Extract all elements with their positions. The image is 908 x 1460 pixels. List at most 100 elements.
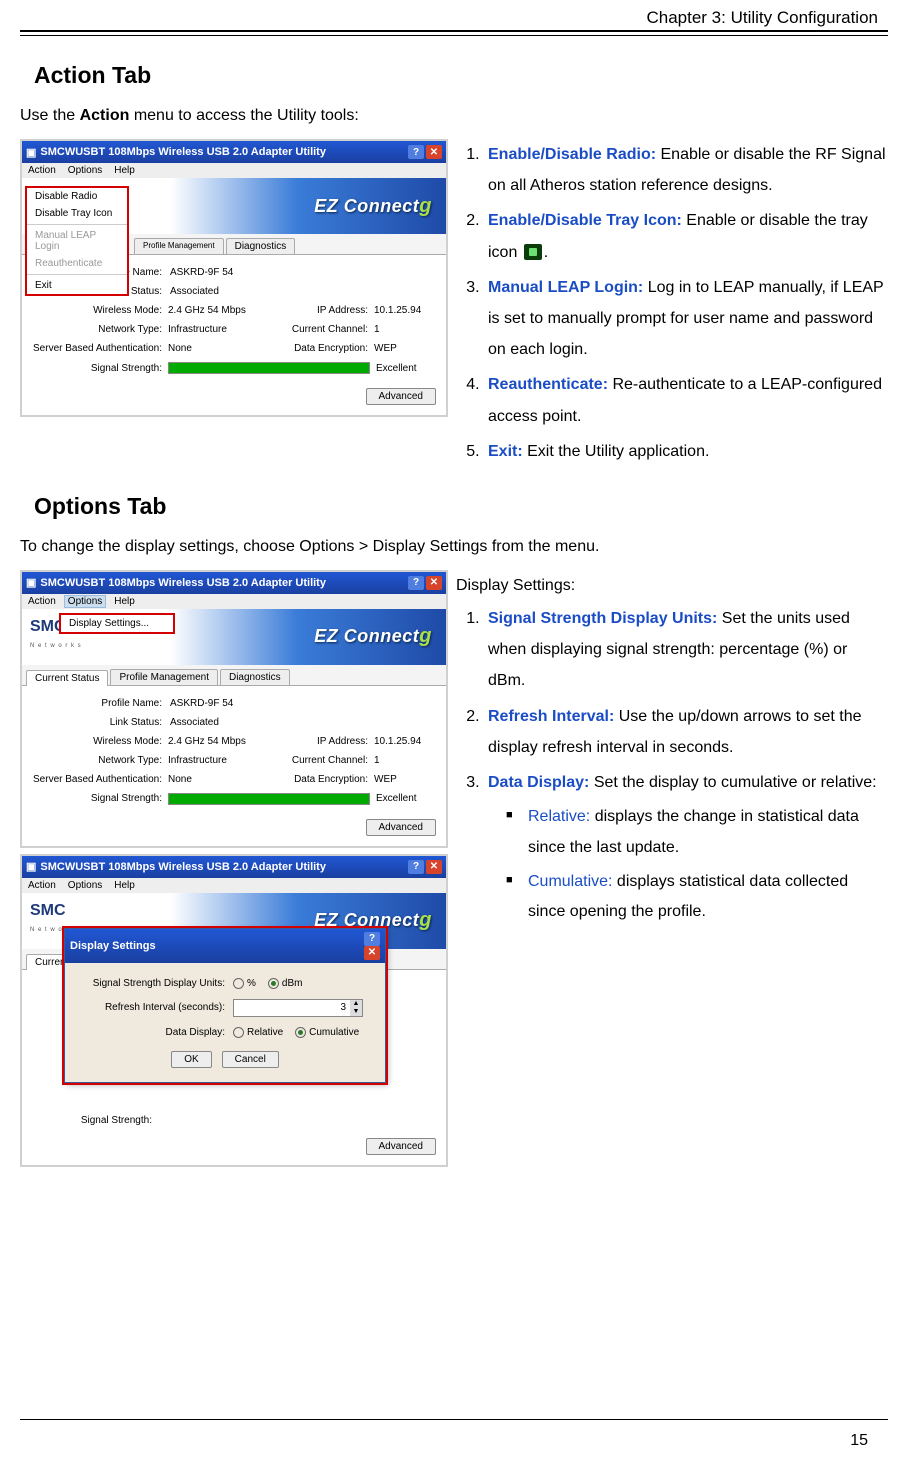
chapter-header: Chapter 3: Utility Configuration [20, 0, 888, 30]
list-item: Reauthenticate: Re-authenticate to a LEA… [484, 369, 888, 431]
tab-current-status[interactable]: Current Status [26, 670, 108, 686]
menu-action[interactable]: Action [28, 165, 56, 176]
help-button[interactable]: ? [408, 145, 424, 159]
tab-profile-mgmt[interactable]: Profile Management [134, 238, 224, 254]
label-signal: Signal Strength: [32, 363, 168, 374]
titlebar: ▣SMCWUSBT 108Mbps Wireless USB 2.0 Adapt… [22, 856, 446, 878]
label-refresh-interval: Refresh Interval (seconds): [75, 1002, 233, 1013]
menu-item-disable-tray[interactable]: Disable Tray Icon [27, 205, 127, 222]
value-encryption: WEP [374, 343, 397, 354]
app-icon: ▣ [26, 146, 36, 159]
menu-item-exit[interactable]: Exit [27, 277, 127, 294]
menu-item-disable-radio[interactable]: Disable Radio [27, 188, 127, 205]
utility-window-options-menu: ▣SMCWUSBT 108Mbps Wireless USB 2.0 Adapt… [20, 570, 448, 848]
display-settings-lead: Display Settings: [456, 570, 888, 601]
list-item: Manual LEAP Login: Log in to LEAP manual… [484, 272, 888, 366]
radio-percent[interactable]: % [233, 978, 256, 989]
page-number: 15 [850, 1432, 868, 1450]
spinner-up-icon[interactable]: ▲ [350, 1000, 362, 1008]
menu-action[interactable]: Action [28, 596, 56, 607]
cancel-button[interactable]: Cancel [222, 1051, 279, 1068]
list-item: Cumulative: displays statistical data co… [506, 867, 888, 928]
tab-profile-mgmt[interactable]: Profile Management [110, 669, 218, 685]
value-auth: None [168, 343, 278, 354]
label-ip: IP Address: [278, 305, 374, 316]
header-divider [20, 30, 888, 36]
label-wireless-mode: Wireless Mode: [32, 305, 168, 316]
refresh-interval-spinner[interactable]: ▲▼ [233, 999, 363, 1017]
refresh-interval-input[interactable] [234, 1000, 350, 1016]
action-dropdown: Disable Radio Disable Tray Icon Manual L… [26, 187, 128, 295]
options-tab-intro: To change the display settings, choose O… [20, 538, 888, 556]
advanced-button[interactable]: Advanced [366, 1138, 436, 1155]
help-button[interactable]: ? [408, 860, 424, 874]
menu-options[interactable]: Options [68, 165, 102, 176]
close-button[interactable]: ✕ [426, 576, 442, 590]
spinner-down-icon[interactable]: ▼ [350, 1008, 362, 1016]
label-data-display: Data Display: [75, 1027, 233, 1038]
menu-help[interactable]: Help [114, 165, 135, 176]
ok-button[interactable]: OK [171, 1051, 211, 1068]
tab-diagnostics[interactable]: Diagnostics [220, 669, 290, 685]
dialog-titlebar: Display Settings ? ✕ [65, 929, 385, 963]
help-button[interactable]: ? [408, 576, 424, 590]
menu-help[interactable]: Help [114, 596, 135, 607]
radio-dbm[interactable]: dBm [268, 978, 303, 989]
menubar: Action Options Help Disable Radio Disabl… [22, 163, 446, 178]
chapter-title: Chapter 3: Utility Configuration [646, 8, 878, 28]
list-item: Enable/Disable Tray Icon: Enable or disa… [484, 205, 888, 267]
ez-connect-logo: EZ Connectg [314, 625, 432, 648]
menubar: Action Options Help [22, 878, 446, 893]
value-ip: 10.1.25.94 [374, 305, 421, 316]
menubar: Action Options Help Display Settings... [22, 594, 446, 609]
display-settings-dialog: Display Settings ? ✕ Signal Strength Dis… [64, 928, 386, 1083]
dialog-title: Display Settings [70, 940, 156, 952]
radio-relative[interactable]: Relative [233, 1027, 283, 1038]
advanced-button[interactable]: Advanced [366, 819, 436, 836]
close-button[interactable]: ✕ [426, 860, 442, 874]
action-tab-intro: Use the Action menu to access the Utilit… [20, 107, 888, 125]
label-ssd-units: Signal Strength Display Units: [75, 978, 233, 989]
options-dropdown: Display Settings... [60, 614, 174, 633]
tray-icon [524, 244, 542, 260]
advanced-button[interactable]: Advanced [366, 388, 436, 405]
value-link-status: Associated [168, 286, 436, 297]
menu-options[interactable]: Options [64, 595, 106, 608]
action-feature-list: Enable/Disable Radio: Enable or disable … [456, 139, 888, 467]
menu-item-reauth[interactable]: Reauthenticate [27, 255, 127, 272]
ez-connect-logo: EZ Connectg [314, 195, 432, 218]
current-status-pane: Profile Name:ASKRD-9F 54 Link Status:Ass… [22, 686, 446, 813]
close-button[interactable]: ✕ [426, 145, 442, 159]
options-feature-list: Signal Strength Display Units: Set the u… [456, 603, 888, 928]
list-item: Refresh Interval: Use the up/down arrows… [484, 701, 888, 763]
app-icon: ▣ [26, 860, 36, 873]
section-options-tab-heading: Options Tab [34, 493, 888, 520]
list-item: Signal Strength Display Units: Set the u… [484, 603, 888, 697]
menu-item-display-settings[interactable]: Display Settings... [61, 615, 173, 632]
section-action-tab-heading: Action Tab [34, 62, 888, 89]
label-auth: Server Based Authentication: [32, 343, 168, 354]
list-item: Enable/Disable Radio: Enable or disable … [484, 139, 888, 201]
menu-item-manual-leap[interactable]: Manual LEAP Login [27, 227, 127, 255]
titlebar: ▣SMCWUSBT 108Mbps Wireless USB 2.0 Adapt… [22, 572, 446, 594]
data-display-sublist: Relative: displays the change in statist… [488, 802, 888, 928]
value-profile-name: ASKRD-9F 54 [168, 267, 436, 278]
utility-window-display-settings: ▣SMCWUSBT 108Mbps Wireless USB 2.0 Adapt… [20, 854, 448, 1167]
label-network-type: Network Type: [32, 324, 168, 335]
value-wireless-mode: 2.4 GHz 54 Mbps [168, 305, 278, 316]
dialog-close-button[interactable]: ✕ [364, 946, 380, 960]
list-item: Data Display: Set the display to cumulat… [484, 767, 888, 928]
value-channel: 1 [374, 324, 380, 335]
value-signal: Excellent [376, 363, 417, 374]
signal-bar [168, 362, 370, 374]
app-icon: ▣ [26, 576, 36, 589]
value-network-type: Infrastructure [168, 324, 278, 335]
list-item: Relative: displays the change in statist… [506, 802, 888, 863]
radio-cumulative[interactable]: Cumulative [295, 1027, 359, 1038]
label-channel: Current Channel: [278, 324, 374, 335]
window-title: SMCWUSBT 108Mbps Wireless USB 2.0 Adapte… [40, 146, 326, 158]
titlebar: ▣ SMCWUSBT 108Mbps Wireless USB 2.0 Adap… [22, 141, 446, 163]
dialog-help-button[interactable]: ? [364, 932, 380, 946]
utility-window-action: ▣ SMCWUSBT 108Mbps Wireless USB 2.0 Adap… [20, 139, 448, 417]
tab-diagnostics[interactable]: Diagnostics [226, 238, 296, 254]
